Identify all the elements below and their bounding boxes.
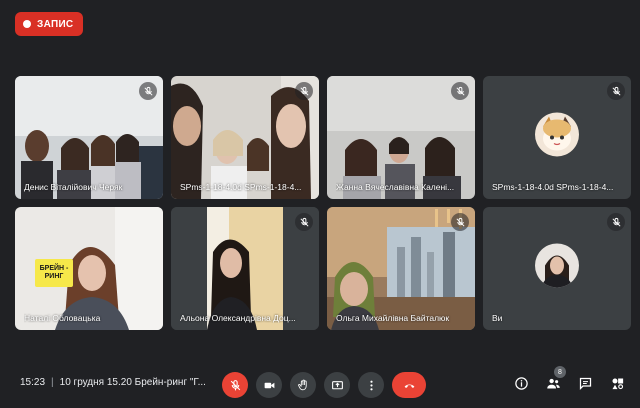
leave-call-button[interactable]: [392, 372, 426, 398]
avatar: [535, 111, 579, 156]
participant-name: SPms-1-18-4.0d SPms-1-18-4...: [180, 182, 302, 192]
mic-off-icon: [230, 379, 240, 390]
info-icon: [514, 376, 528, 390]
participant-name: Наталі Обловацька: [24, 313, 101, 323]
participant-grid: Денис Віталійович Черяк SPms-1-18-4.0d S…: [15, 76, 631, 330]
recording-label: ЗАПИС: [37, 18, 74, 30]
call-controls: [222, 372, 426, 398]
mic-off-icon: [295, 213, 313, 231]
participant-name: Ольга Михайлівна Байталюк: [336, 313, 450, 323]
clock-time: 15:23: [20, 377, 46, 388]
participant-name: Ви: [492, 313, 503, 323]
participant-tile[interactable]: Денис Віталійович Черяк: [15, 76, 163, 199]
mic-off-icon: [607, 213, 625, 231]
activities-button[interactable]: [608, 374, 626, 392]
camera-toggle-button[interactable]: [256, 372, 282, 398]
separator: |: [51, 377, 54, 388]
brain-ring-sign: БРЕЙН - РИНГ: [35, 259, 73, 287]
meeting-info: 15:23 | 10 грудня 15.20 Брейн-ринг "Г...: [20, 377, 206, 388]
participant-name: Денис Віталійович Черяк: [24, 182, 123, 192]
bottom-bar: 15:23 | 10 грудня 15.20 Брейн-ринг "Г...: [0, 360, 640, 408]
meeting-title: 10 грудня 15.20 Брейн-ринг "Г...: [59, 377, 206, 388]
mic-off-icon: [451, 82, 469, 100]
participant-name: SPms-1-18-4.0d SPms-1-18-4...: [492, 182, 614, 192]
mic-off-icon: [139, 82, 157, 100]
participant-tile[interactable]: Ольга Михайлівна Байталюк: [327, 207, 475, 330]
activities-icon: [612, 378, 623, 389]
mic-off-icon: [451, 213, 469, 231]
recording-badge: ЗАПИС: [15, 12, 84, 36]
participant-tile[interactable]: SPms-1-18-4.0d SPms-1-18-4...: [171, 76, 319, 199]
more-options-button[interactable]: [358, 372, 384, 398]
present-icon: [331, 380, 343, 389]
mic-toggle-button[interactable]: [222, 372, 248, 398]
meeting-details-button[interactable]: [512, 374, 530, 392]
people-count-badge: 8: [554, 366, 566, 378]
raise-hand-icon: [297, 379, 307, 390]
camera-icon: [264, 382, 274, 388]
mic-off-icon: [295, 82, 313, 100]
chat-button[interactable]: [576, 374, 594, 392]
call-end-icon: [404, 384, 414, 388]
meeting-tools: 8: [512, 366, 626, 392]
participant-tile[interactable]: БРЕЙН - РИНГ Наталі Обловацька: [15, 207, 163, 330]
participant-tile[interactable]: SPms-1-18-4.0d SPms-1-18-4...: [483, 76, 631, 199]
participant-tile[interactable]: Альона Олександрівна Доц...: [171, 207, 319, 330]
raise-hand-button[interactable]: [290, 372, 316, 398]
participant-name: Жанна Вячеславівна Калені...: [336, 182, 455, 192]
chat-icon: [579, 377, 591, 390]
people-button[interactable]: 8: [544, 366, 566, 392]
participant-tile-self[interactable]: Ви: [483, 207, 631, 330]
recording-dot-icon: [23, 20, 31, 28]
more-vert-icon: [369, 380, 373, 390]
mic-off-icon: [607, 82, 625, 100]
participant-tile[interactable]: Жанна Вячеславівна Калені...: [327, 76, 475, 199]
participant-name: Альона Олександрівна Доц...: [180, 313, 296, 323]
avatar: [535, 242, 579, 287]
present-button[interactable]: [324, 372, 350, 398]
